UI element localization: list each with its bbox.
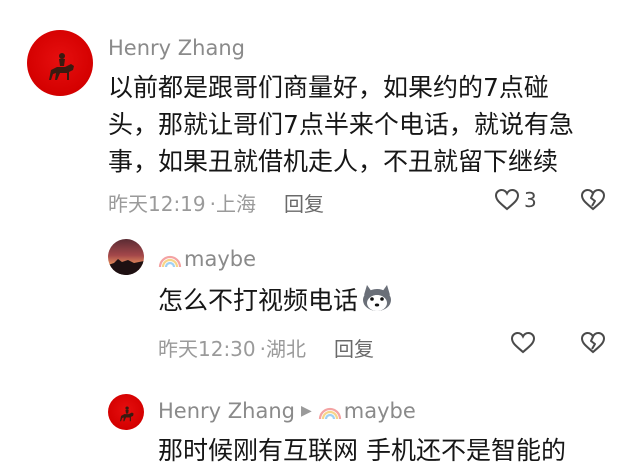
comment-text: 那时候刚有互联网 手机还不是智能的 bbox=[158, 436, 566, 465]
reply-button[interactable]: 回复 bbox=[284, 192, 324, 216]
reply-button[interactable]: 回复 bbox=[334, 337, 374, 361]
comment-text-line: 头，那就让哥们7点半来个电话，就说有急 bbox=[108, 110, 574, 139]
author-name[interactable]: maybe bbox=[184, 247, 256, 271]
rainbow-icon bbox=[318, 407, 341, 420]
comment-author[interactable]: Henry Zhang bbox=[108, 36, 245, 60]
horse-rider-icon bbox=[120, 406, 134, 422]
broken-heart-icon[interactable] bbox=[580, 331, 606, 355]
reply-arrow-icon: ▶ bbox=[300, 403, 312, 419]
heart-icon[interactable] bbox=[494, 188, 520, 212]
author-name[interactable]: Henry Zhang bbox=[158, 399, 295, 423]
husky-emoji-icon bbox=[363, 285, 392, 311]
comment-text-body: 怎么不打视频电话 bbox=[158, 286, 359, 315]
comment-time: 昨天12:19 bbox=[108, 192, 206, 216]
avatar[interactable] bbox=[108, 239, 144, 275]
like-count: 3 bbox=[524, 188, 537, 212]
comment-text-line: 事，如果丑就借机走人，不丑就留下继续 bbox=[108, 147, 559, 176]
avatar[interactable] bbox=[108, 394, 144, 430]
broken-heart-icon[interactable] bbox=[580, 188, 606, 212]
heart-icon[interactable] bbox=[510, 331, 536, 355]
comment-author-line: Henry Zhang ▶ maybe bbox=[158, 399, 416, 423]
comment-text-line: 以前都是跟哥们商量好，如果约的7点碰 bbox=[108, 73, 549, 102]
comment-location: 湖北 bbox=[266, 337, 306, 361]
rainbow-icon bbox=[158, 255, 182, 268]
horse-rider-icon bbox=[49, 53, 74, 80]
comment-meta: 昨天12:30 ·湖北 回复 bbox=[158, 337, 374, 361]
comment-meta: 昨天12:19 ·上海 回复 bbox=[108, 192, 324, 216]
comment-time: 昨天12:30 bbox=[158, 337, 256, 361]
reply-to-name[interactable]: maybe bbox=[344, 399, 416, 423]
comment-location: 上海 bbox=[216, 192, 256, 216]
avatar-image bbox=[108, 259, 144, 275]
avatar[interactable] bbox=[27, 30, 93, 96]
comment-author[interactable]: maybe bbox=[158, 247, 256, 271]
comment-text: 怎么不打视频电话 bbox=[158, 282, 394, 319]
